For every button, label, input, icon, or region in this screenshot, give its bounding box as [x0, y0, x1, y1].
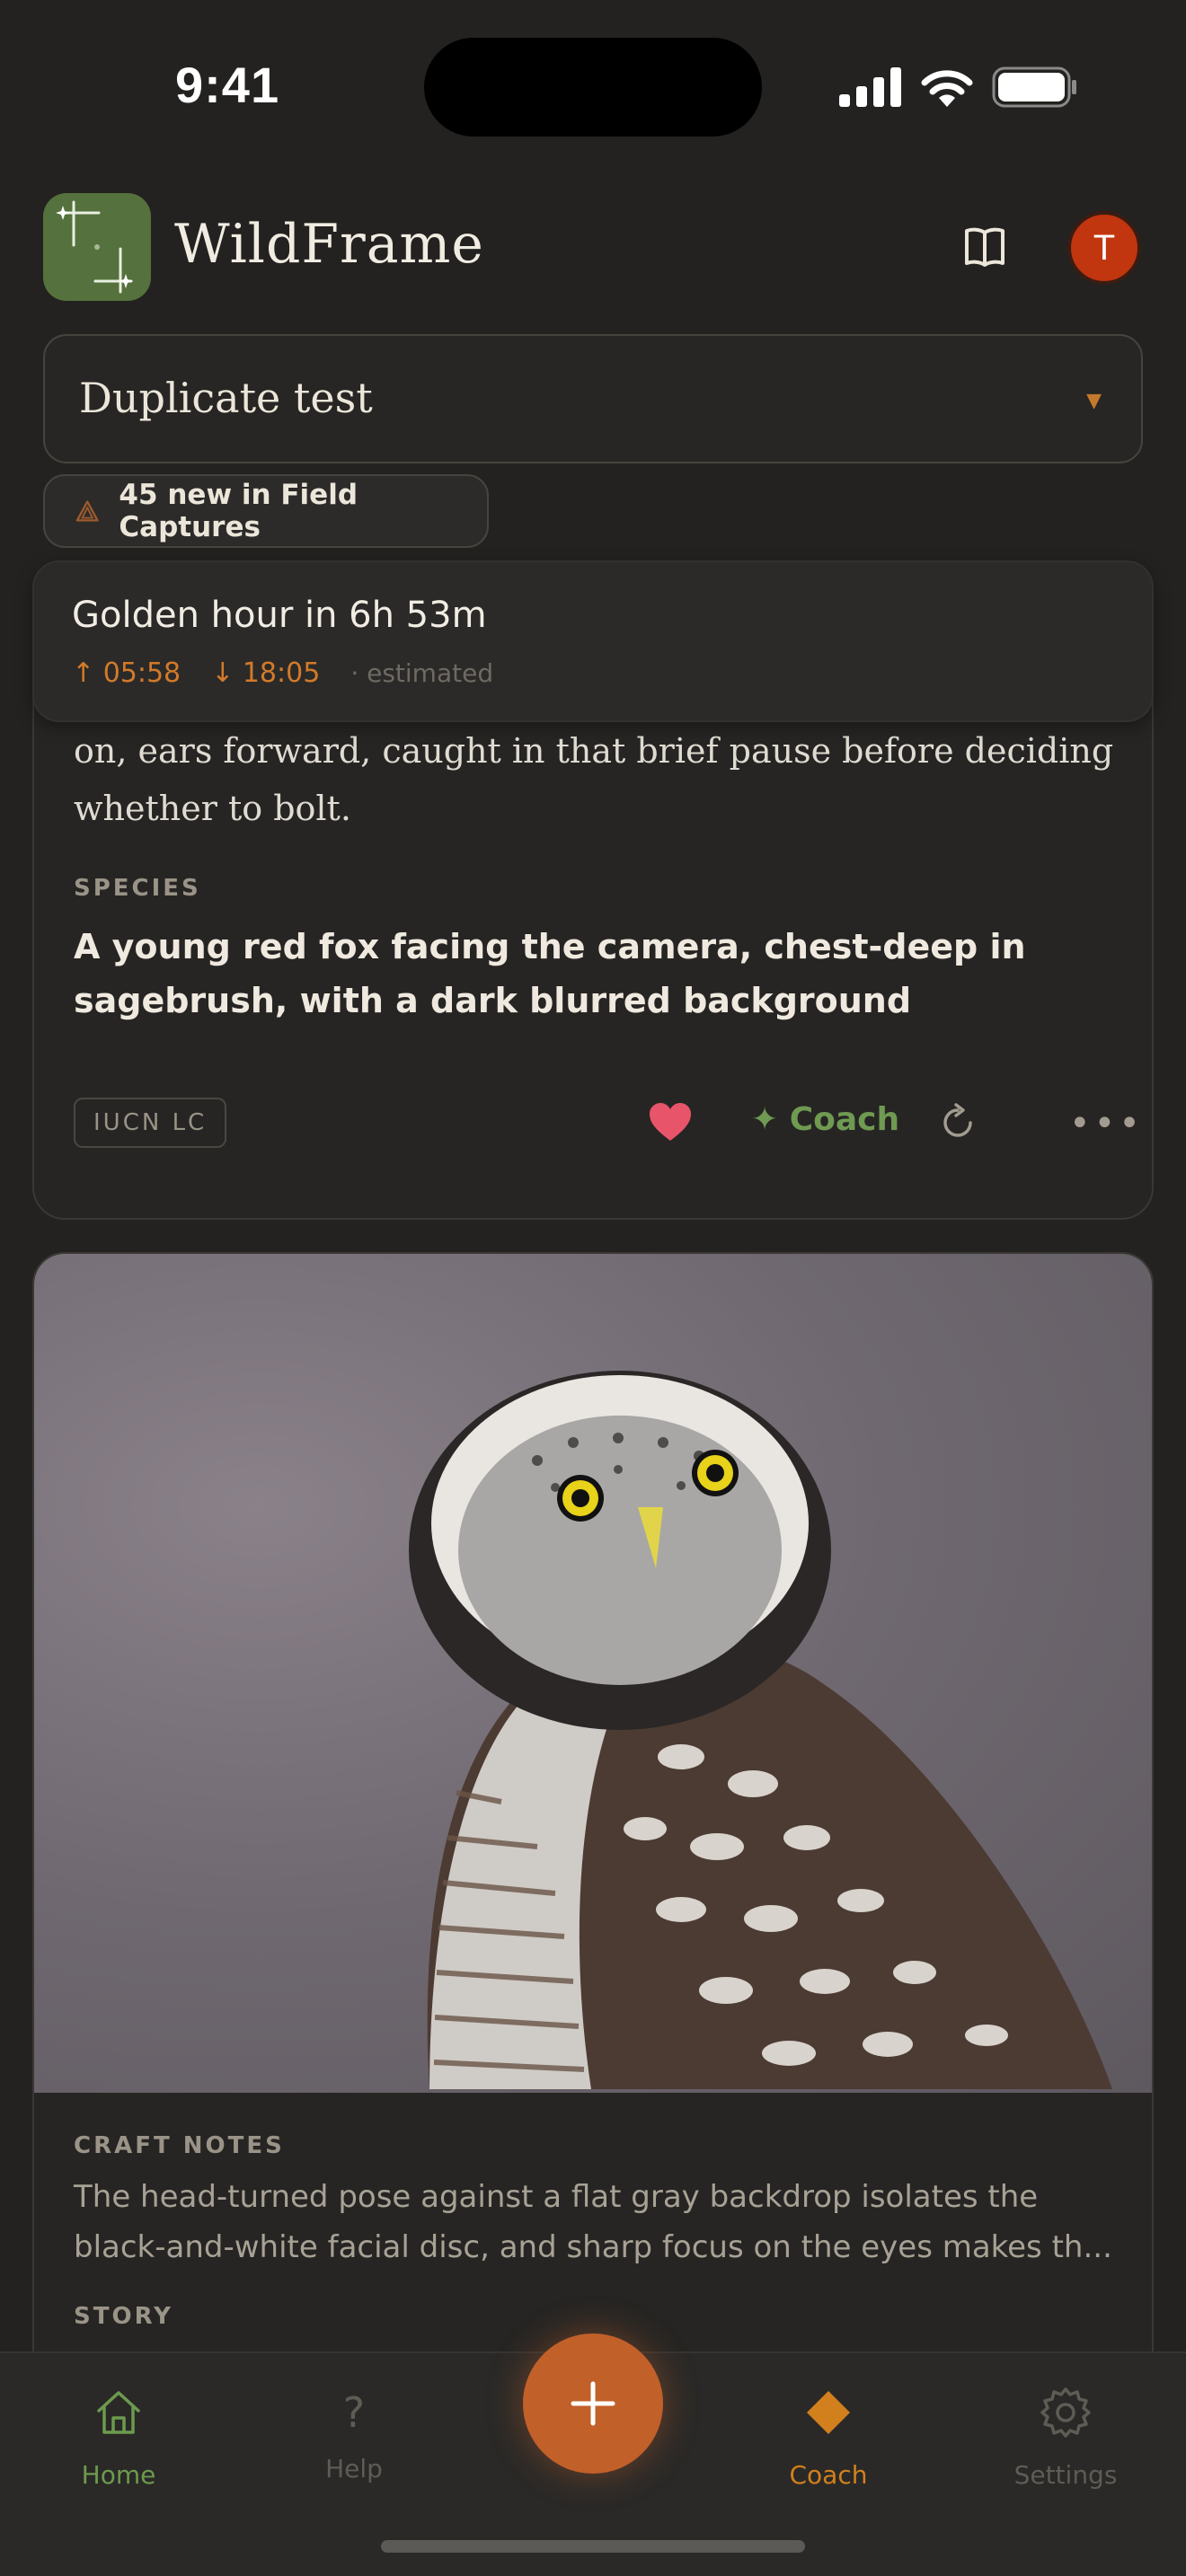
- sunset-value: 18:05: [242, 657, 321, 689]
- warning-icon: [75, 500, 99, 522]
- tab-help[interactable]: ? Help: [273, 2386, 435, 2483]
- battery-icon: [992, 66, 1076, 108]
- golden-hour-times: ↑ 05:58 ↓ 18:05 · estimated: [72, 657, 493, 689]
- owl-illustration: [409, 1371, 1113, 2089]
- estimated-note: · estimated: [350, 658, 494, 688]
- new-captures-text: 45 new in Field Captures: [119, 479, 358, 543]
- gear-icon: [1040, 2387, 1091, 2438]
- home-indicator[interactable]: [381, 2540, 805, 2553]
- story-line: whether to bolt.: [74, 789, 351, 828]
- species-label: SPECIES: [74, 875, 201, 902]
- add-capture-button[interactable]: [523, 2333, 663, 2474]
- tab-coach-label: Coach: [789, 2460, 868, 2490]
- golden-hour-card: Golden hour in 6h 53m ↑ 05:58 ↓ 18:05 · …: [32, 560, 1154, 722]
- heart-icon[interactable]: [647, 1099, 694, 1146]
- collection-selector-value: Duplicate test: [79, 374, 373, 422]
- signal-icon: [839, 67, 901, 107]
- sunset-time: ↓ 18:05: [211, 657, 321, 689]
- capture-card-owl: CRAFT NOTES The head-turned pose against…: [32, 1252, 1154, 2384]
- refresh-icon[interactable]: [938, 1103, 978, 1142]
- chevron-down-icon: ▼: [1086, 390, 1102, 412]
- sunrise-time: ↑ 05:58: [72, 657, 181, 689]
- tab-help-label: Help: [325, 2454, 383, 2483]
- wifi-icon: [921, 70, 973, 107]
- plus-icon: [571, 2381, 615, 2426]
- home-icon: [97, 2391, 140, 2434]
- owl-photo[interactable]: [34, 1254, 1152, 2093]
- sunrise-value: 05:58: [102, 657, 181, 689]
- tab-coach[interactable]: Coach: [748, 2386, 909, 2490]
- craft-notes-label: CRAFT NOTES: [74, 2132, 285, 2159]
- species-text: A young red fox facing the camera, chest…: [74, 927, 1026, 1020]
- app-logo: [43, 193, 151, 301]
- status-time: 9:41: [175, 57, 280, 113]
- craft-notes-text: The head-turned pose against a flat gray…: [74, 2179, 1112, 2265]
- status-icons: [839, 65, 1078, 110]
- story-line: on, ears forward, caught in that brief p…: [74, 731, 1114, 771]
- help-icon: ?: [342, 2388, 366, 2437]
- tab-home-label: Home: [81, 2460, 156, 2490]
- card-actions: IUCN LC ✦ Coach •••: [74, 1098, 1140, 1148]
- tab-settings-label: Settings: [1013, 2460, 1118, 2490]
- more-icon[interactable]: •••: [1069, 1103, 1144, 1144]
- iucn-tag: IUCN LC: [74, 1098, 227, 1148]
- coach-button[interactable]: ✦ Coach: [751, 1101, 899, 1138]
- story-label: STORY: [74, 2303, 173, 2330]
- avatar[interactable]: T: [1067, 211, 1141, 285]
- status-bar: 9:41: [0, 0, 1186, 171]
- collection-selector[interactable]: Duplicate test ▼: [43, 334, 1143, 463]
- coach-diamond-icon: [807, 2391, 850, 2434]
- tab-home[interactable]: Home: [38, 2386, 199, 2490]
- book-icon[interactable]: [960, 222, 1010, 272]
- new-captures-pill[interactable]: 45 new in Field Captures: [43, 474, 489, 548]
- app-header: WildFrame T: [43, 193, 1143, 303]
- tab-settings[interactable]: Settings: [985, 2386, 1146, 2490]
- golden-hour-title: Golden hour in 6h 53m: [72, 595, 487, 636]
- card-story-text: on, ears forward, caught in that brief p…: [74, 722, 1116, 837]
- app-title: WildFrame: [174, 213, 484, 276]
- dynamic-island: [424, 38, 762, 137]
